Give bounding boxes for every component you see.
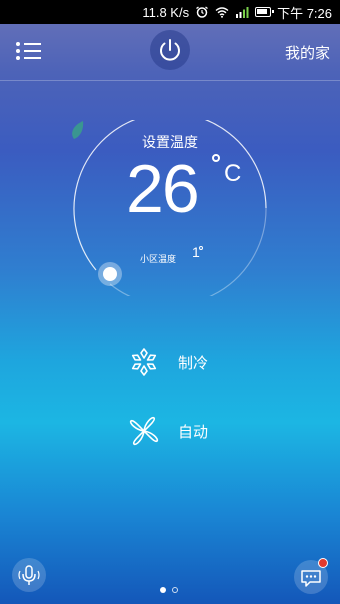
header-divider bbox=[0, 80, 340, 81]
mode-fan-button[interactable]: 自动 bbox=[128, 414, 208, 448]
temperature-dial[interactable]: 设置温度 26 C 小区温度 1 bbox=[70, 120, 270, 296]
dial-knob[interactable] bbox=[98, 262, 122, 286]
temperature-unit: C bbox=[224, 160, 242, 187]
power-icon bbox=[160, 39, 180, 61]
snowflake-icon bbox=[131, 348, 157, 376]
fan-icon bbox=[129, 416, 159, 446]
page-dot bbox=[172, 587, 178, 593]
signal-icon bbox=[236, 7, 249, 18]
microphone-icon bbox=[18, 565, 40, 585]
voice-button[interactable] bbox=[12, 558, 46, 592]
battery-icon bbox=[255, 7, 275, 17]
home-selector[interactable]: 我的家 bbox=[285, 42, 330, 63]
wifi-icon bbox=[215, 7, 229, 18]
set-temperature-label: 设置温度 bbox=[142, 135, 198, 151]
set-temperature-value: 26 bbox=[126, 151, 200, 227]
power-button[interactable] bbox=[150, 30, 190, 70]
mode-cooling-button[interactable]: 制冷 bbox=[128, 345, 208, 379]
status-time: 下午 7:26 bbox=[277, 5, 332, 21]
page-dot-active bbox=[160, 587, 166, 593]
community-degree-symbol bbox=[199, 246, 203, 250]
mode-cooling-label: 制冷 bbox=[178, 353, 209, 372]
page-indicator bbox=[160, 587, 178, 593]
network-speed: 11.8 K/s bbox=[142, 4, 190, 20]
app-header: 我的家 bbox=[0, 24, 340, 80]
alarm-icon bbox=[196, 6, 208, 18]
degree-symbol bbox=[212, 154, 220, 162]
community-temperature-label: 小区温度 bbox=[140, 255, 177, 265]
status-bar: 11.8 K/s 下午 7:26 bbox=[0, 0, 340, 24]
menu-list-icon[interactable] bbox=[16, 40, 42, 62]
leaf-icon bbox=[72, 121, 84, 139]
mode-fan-label: 自动 bbox=[178, 422, 209, 441]
notification-badge bbox=[318, 558, 328, 568]
